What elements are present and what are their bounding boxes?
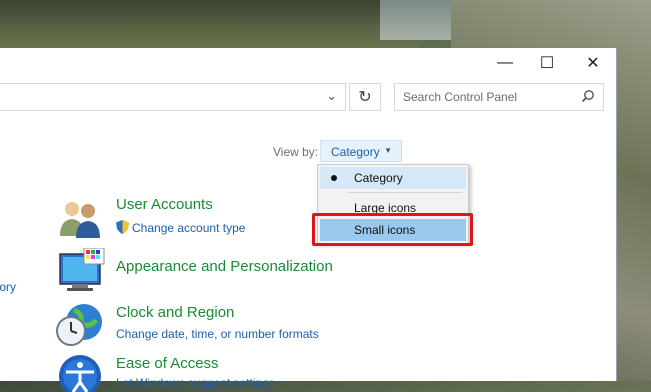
- clock-region-icon[interactable]: [56, 302, 104, 348]
- maximize-button[interactable]: ☐: [524, 48, 570, 78]
- search-icon[interactable]: [581, 89, 595, 103]
- view-by-selected: Category: [331, 145, 380, 159]
- user-accounts-icon[interactable]: [58, 198, 104, 238]
- view-by-label: View by:: [273, 145, 319, 159]
- maximize-icon: ☐: [539, 55, 555, 72]
- dropdown-arrow-icon: ▼: [384, 146, 392, 155]
- close-icon: ✕: [586, 55, 600, 72]
- view-by-dropdown[interactable]: Category ▼: [320, 140, 402, 162]
- change-account-type-link[interactable]: Change account type: [132, 221, 245, 235]
- ease-of-access-link[interactable]: Let Windows suggest settings: [116, 376, 275, 390]
- menu-separator: [348, 192, 462, 193]
- search-input[interactable]: Search Control Panel: [394, 83, 604, 111]
- appearance-icon[interactable]: [58, 248, 106, 294]
- chevron-down-icon[interactable]: ⌄: [326, 88, 337, 104]
- menu-item-category[interactable]: Category: [320, 167, 466, 189]
- category-title[interactable]: Ease of Access: [116, 355, 275, 372]
- address-bar[interactable]: ⌄: [0, 83, 346, 111]
- menu-item-label: Category: [354, 171, 403, 185]
- address-row: ⌄ ↻ Search Control Panel: [0, 83, 616, 115]
- search-placeholder: Search Control Panel: [403, 90, 518, 104]
- category-user-accounts: User Accounts Change account type: [116, 196, 245, 237]
- category-links: Change account type: [116, 219, 245, 237]
- category-title[interactable]: Clock and Region: [116, 304, 319, 321]
- shield-icon: [116, 220, 129, 234]
- wallpaper-hill: [0, 0, 420, 50]
- minimize-icon: —: [497, 54, 513, 71]
- minimize-button[interactable]: —: [482, 48, 528, 78]
- category-title[interactable]: Appearance and Personalization: [116, 258, 333, 275]
- change-date-time-link[interactable]: Change date, time, or number formats: [116, 327, 319, 341]
- title-bar: — ☐ ✕: [0, 48, 616, 78]
- refresh-icon: ↻: [358, 89, 372, 106]
- highlight-box: [312, 213, 473, 246]
- selected-bullet-icon: [331, 175, 337, 181]
- category-clock-region: Clock and Region Change date, time, or n…: [116, 304, 319, 341]
- category-appearance: Appearance and Personalization: [116, 258, 333, 275]
- left-panel-link[interactable]: tory: [0, 280, 16, 294]
- close-button[interactable]: ✕: [570, 48, 616, 78]
- control-panel-window: — ☐ ✕ ⌄ ↻ Search Control Panel View by: …: [0, 48, 617, 392]
- refresh-button[interactable]: ↻: [349, 83, 381, 111]
- ease-of-access-icon[interactable]: [58, 352, 104, 392]
- category-ease-of-access: Ease of Access Let Windows suggest setti…: [116, 355, 275, 390]
- category-title[interactable]: User Accounts: [116, 196, 245, 213]
